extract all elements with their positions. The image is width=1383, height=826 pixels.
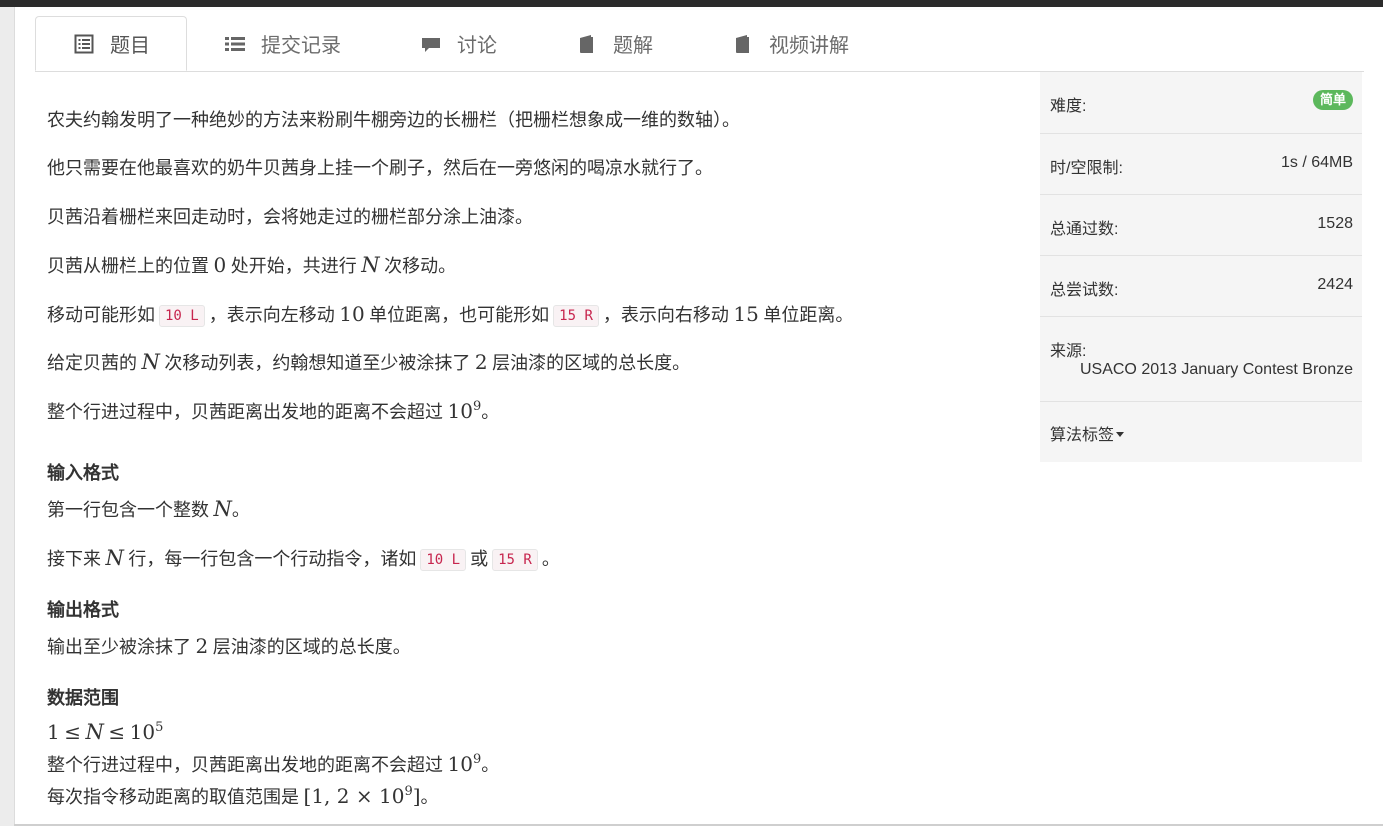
input-format-heading: 输入格式 [47, 463, 119, 483]
tab-video-label: 视频讲解 [769, 35, 849, 57]
data-range-line-2: 整个行进过程中，贝茜距离出发地的距离不会超过 109。 [47, 752, 500, 776]
difficulty-row: 难度: 简单 [1040, 72, 1362, 134]
tab-solutions[interactable]: 题解 [577, 16, 653, 71]
desc-paragraph-3: 贝茜沿着栅栏来回走动时，会将她走过的栅栏部分涂上油漆。 [47, 207, 533, 227]
tab-submissions-label: 提交记录 [261, 35, 341, 57]
difficulty-badge: 简单 [1312, 90, 1353, 110]
source-value: USACO 2013 January Contest Bronze [1079, 361, 1353, 378]
passed-row: 总通过数: 1528 [1040, 195, 1362, 256]
output-format-line-1: 输出至少被涂抹了 2 层油漆的区域的总长度。 [47, 634, 411, 658]
output-format-heading: 输出格式 [47, 600, 119, 620]
input-format-line-2: 接下来 N 行，每一行包含一个行动指令，诸如 10 L 或 15 R。 [47, 546, 560, 571]
code-snippet: 10 L [159, 305, 205, 327]
tab-bar: 题目 提交记录 讨论 题解 视频讲解 [35, 16, 1364, 72]
tab-problem[interactable]: 题目 [35, 16, 187, 71]
tags-row: 算法标签 [1040, 402, 1362, 462]
data-range-heading: 数据范围 [47, 688, 119, 708]
top-strip [0, 0, 1383, 7]
tried-row: 总尝试数: 2424 [1040, 256, 1362, 317]
source-label: 来源: [1050, 343, 1087, 360]
tab-solutions-label: 题解 [613, 35, 653, 57]
data-range-line-3: 每次指令移动距离的取值范围是 [1, 2 × 109]。 [47, 784, 439, 808]
code-snippet: 15 R [492, 549, 538, 571]
source-row: 来源: USACO 2013 January Contest Bronze [1040, 317, 1362, 402]
problem-info-sidebar: 难度: 简单 时/空限制: 1s / 64MB 总通过数: 1528 总尝试数:… [1040, 72, 1362, 462]
book-icon [733, 34, 753, 54]
list-alt-icon [74, 34, 94, 54]
desc-paragraph-7: 整个行进过程中，贝茜距离出发地的距离不会超过 109。 [47, 399, 500, 423]
code-snippet: 10 L [420, 549, 467, 571]
desc-paragraph-6: 给定贝茜的 N 次移动列表，约翰想知道至少被涂抹了 2 层油漆的区域的总长度。 [47, 350, 691, 374]
comment-icon [421, 34, 441, 54]
tab-submissions[interactable]: 提交记录 [225, 16, 341, 71]
desc-paragraph-5: 移动可能形如 10 L ，表示向左移动 10 单位距离，也可能形如 15 R ，表示向右… [47, 302, 854, 327]
desc-paragraph-4: 贝茜从栅栏上的位置 0 处开始，共进行 N 次移动。 [47, 253, 457, 277]
book-icon [577, 34, 597, 54]
limit-value: 1s / 64MB [1280, 154, 1353, 171]
tags-toggle[interactable]: 算法标签 [1050, 421, 1125, 445]
tab-discussion-label: 讨论 [457, 35, 497, 57]
caret-down-icon [1116, 432, 1125, 437]
limit-label: 时/空限制: [1050, 160, 1123, 177]
tab-video[interactable]: 视频讲解 [733, 16, 849, 71]
tried-value: 2424 [1317, 276, 1353, 293]
list-icon [225, 34, 245, 54]
input-format-line-1: 第一行包含一个整数 N。 [47, 497, 250, 521]
desc-paragraph-2: 他只需要在他最喜欢的奶牛贝茜身上挂一个刷子，然后在一旁悠闲的喝凉水就行了。 [47, 158, 713, 178]
passed-value: 1528 [1317, 215, 1353, 232]
limit-row: 时/空限制: 1s / 64MB [1040, 134, 1362, 195]
tab-problem-label: 题目 [110, 35, 150, 57]
code-snippet: 15 R [553, 305, 599, 327]
data-range-line-1: 1 ≤ N ≤ 105 [47, 720, 164, 744]
difficulty-label: 难度: [1050, 98, 1087, 115]
passed-label: 总通过数: [1050, 221, 1119, 238]
tab-discussion[interactable]: 讨论 [421, 16, 497, 71]
tried-label: 总尝试数: [1050, 282, 1119, 299]
desc-paragraph-1: 农夫约翰发明了一种绝妙的方法来粉刷牛棚旁边的长栅栏（把栅栏想象成一维的数轴）。 [47, 110, 740, 130]
